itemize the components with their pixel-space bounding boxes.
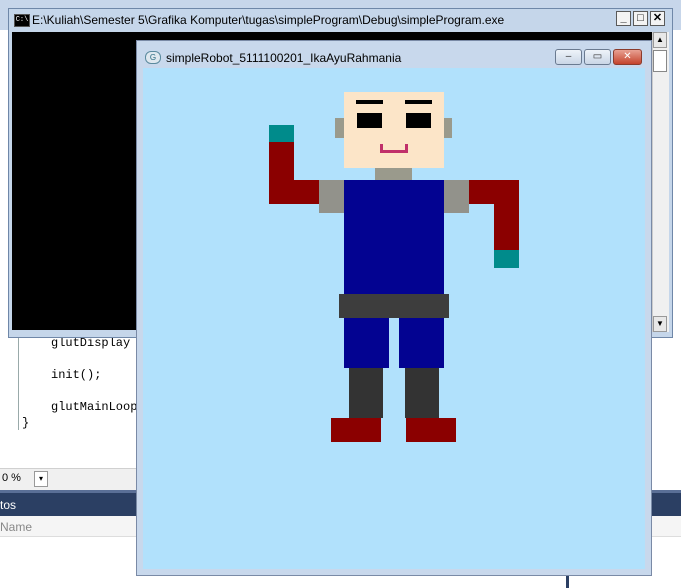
code-line[interactable]: glutMainLoop <box>51 400 137 414</box>
mouth <box>380 144 408 153</box>
right-foot <box>406 418 456 442</box>
right-hand <box>494 250 519 268</box>
left-foot <box>331 418 381 442</box>
console-app-icon: C:\ <box>14 14 30 27</box>
code-line[interactable]: } <box>22 416 29 430</box>
left-eyebrow <box>356 100 383 104</box>
panel-title: tos <box>0 498 17 512</box>
right-eye <box>406 113 431 128</box>
belt <box>339 294 449 318</box>
scroll-down-icon[interactable]: ▼ <box>653 316 667 332</box>
left-eye <box>357 113 382 128</box>
code-gutter-line <box>18 330 19 430</box>
scroll-up-icon[interactable]: ▲ <box>653 32 667 48</box>
maximize-button[interactable]: □ <box>633 11 648 26</box>
minimize-button[interactable]: – <box>555 49 582 65</box>
scroll-thumb[interactable] <box>653 50 667 72</box>
maximize-button[interactable]: ▭ <box>584 49 611 65</box>
right-thigh <box>399 318 444 368</box>
close-button[interactable]: ✕ <box>613 49 642 65</box>
code-line[interactable]: init(); <box>51 368 101 382</box>
robot-torso <box>344 180 444 294</box>
console-window-title: E:\Kuliah\Semester 5\Grafika Komputer\tu… <box>32 13 505 27</box>
left-thigh <box>344 318 389 368</box>
left-forearm <box>269 180 319 204</box>
render-canvas[interactable] <box>143 68 645 569</box>
left-shin <box>349 368 383 418</box>
right-shin <box>405 368 439 418</box>
left-hand <box>269 125 294 142</box>
glut-app-icon: G <box>145 51 161 64</box>
right-shoulder <box>444 180 469 213</box>
neck <box>375 168 412 180</box>
left-shoulder <box>319 180 344 213</box>
right-eyebrow <box>405 100 432 104</box>
column-name-header[interactable]: Name <box>0 520 32 534</box>
zoom-level: 0 % <box>2 472 21 484</box>
minimize-button[interactable]: _ <box>616 11 631 26</box>
glut-window-title: simpleRobot_5111100201_IkaAyuRahmania <box>166 51 402 65</box>
right-forearm <box>494 180 519 250</box>
code-line[interactable]: glutDisplay <box>51 336 130 350</box>
zoom-dropdown-icon[interactable]: ▾ <box>34 471 48 487</box>
console-scrollbar[interactable] <box>652 32 669 332</box>
close-button[interactable]: ✕ <box>650 11 665 26</box>
